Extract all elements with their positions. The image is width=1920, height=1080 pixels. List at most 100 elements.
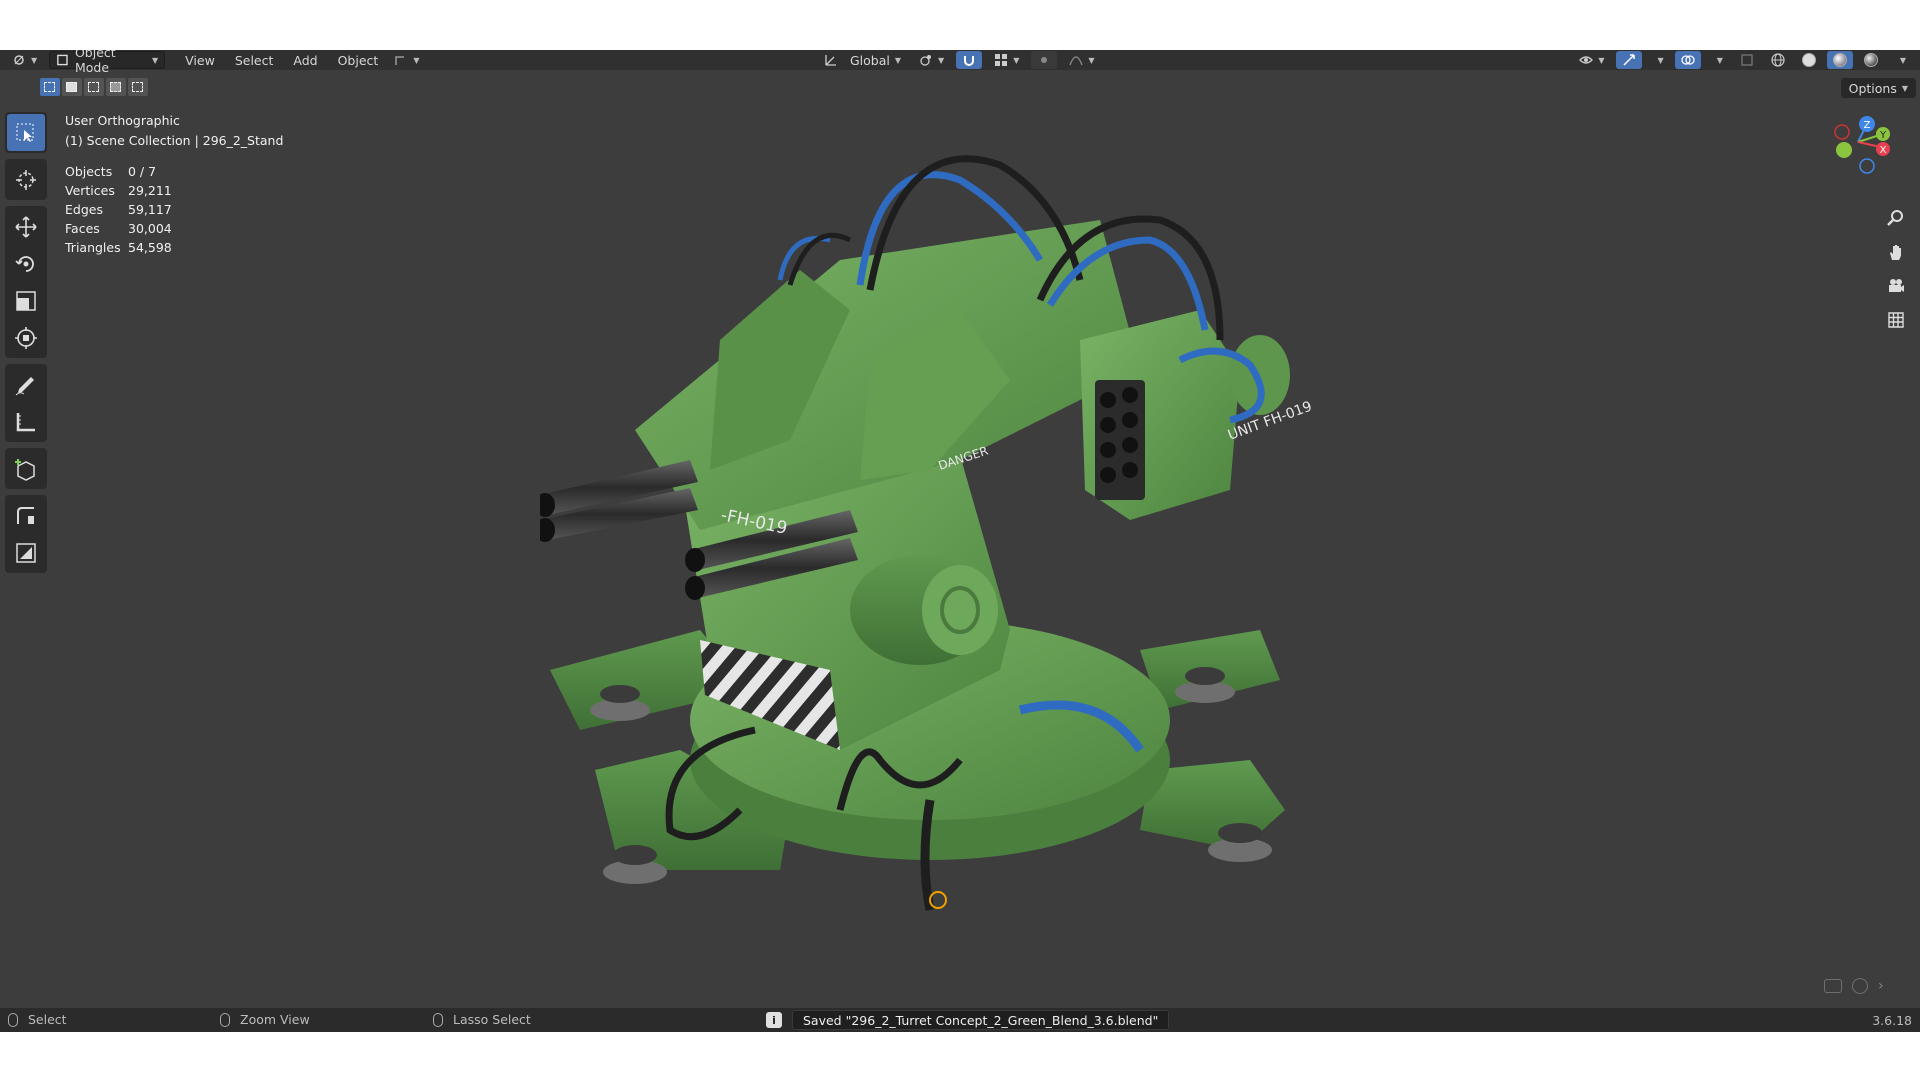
stat-row: Vertices 29,211 — [65, 181, 172, 200]
rotate-tool[interactable] — [7, 245, 45, 282]
rendered-shading-button[interactable] — [1858, 51, 1884, 69]
spin-icon — [17, 506, 34, 524]
view-name: User Orthographic — [65, 113, 180, 128]
pencil-icon — [15, 376, 34, 395]
info-icon: i — [766, 1012, 782, 1028]
hand-icon — [1890, 245, 1901, 260]
status-report[interactable]: i Saved "296_2_Turret Concept_2_Green_Bl… — [766, 1010, 1170, 1030]
falloff-icon — [1069, 56, 1083, 66]
overlays-toggle[interactable] — [1674, 51, 1701, 69]
sidebar-toggle-icon[interactable] — [1824, 979, 1842, 993]
menu-object[interactable]: Object — [328, 50, 389, 70]
select-invert-mode-button[interactable] — [106, 78, 126, 96]
shading-dropdown[interactable]: ▼ — [1889, 51, 1912, 69]
turret-model-render[interactable]: UNIT FH-019 -FH-019 DANGER — [540, 110, 1370, 1032]
gizmo-toggle-button[interactable]: ▼ — [388, 51, 425, 69]
xray-toggle[interactable] — [1734, 51, 1760, 69]
zoom-button[interactable] — [1882, 204, 1910, 232]
stat-row: Objects 0 / 7 — [65, 162, 172, 181]
mode-dropdown[interactable]: Object Mode ▼ — [49, 50, 166, 75]
gizmo-arrows-icon — [1623, 54, 1635, 66]
orientation-dropdown[interactable]: Global ▼ — [844, 51, 907, 69]
solid-shading-button[interactable] — [1796, 51, 1822, 69]
neg-z-axis-handle[interactable] — [1859, 158, 1875, 174]
chevron-right-icon[interactable]: › — [1878, 978, 1884, 994]
falloff-dropdown[interactable]: ▼ — [1063, 51, 1100, 69]
tool-header — [0, 70, 1920, 100]
menu-view[interactable]: View — [175, 50, 225, 70]
ruler-icon — [16, 412, 35, 431]
options-dropdown[interactable]: Options ▼ — [1840, 78, 1916, 98]
navigation-gizmo[interactable]: Z Y X — [1820, 112, 1890, 192]
tool-shelf — [5, 112, 47, 579]
pivot-dropdown[interactable]: ▼ — [913, 51, 950, 69]
gizmos-toggle[interactable] — [1615, 51, 1642, 69]
select-box-icon — [16, 123, 34, 142]
mouse-middle-icon — [220, 1012, 230, 1027]
version-label: 3.6.18 — [1872, 1013, 1912, 1028]
wireframe-shading-button[interactable] — [1765, 51, 1791, 69]
select-subtract-mode-button[interactable] — [84, 78, 104, 96]
stat-value: 0 / 7 — [128, 164, 157, 179]
stat-value: 30,004 — [128, 221, 172, 236]
annotate-tool[interactable] — [7, 366, 45, 403]
select-box-tool[interactable] — [7, 114, 45, 151]
status-bar: Select Zoom View Lasso Select i Saved "2… — [0, 1008, 1920, 1032]
stat-label: Faces — [65, 221, 100, 236]
options-label: Options — [1848, 80, 1897, 96]
camera-view-button[interactable] — [1882, 272, 1910, 300]
stat-value: 29,211 — [128, 183, 172, 198]
selection-mode-group — [40, 78, 148, 96]
proportional-edit-toggle[interactable] — [1031, 51, 1058, 69]
menu-add[interactable]: Add — [283, 50, 327, 70]
spin-tool[interactable] — [7, 497, 45, 534]
stat-label: Vertices — [65, 183, 115, 198]
overlays-dropdown[interactable]: ▼ — [1706, 51, 1729, 69]
select-new-mode-button[interactable] — [40, 78, 60, 96]
gizmos-dropdown[interactable]: ▼ — [1647, 51, 1670, 69]
move-tool[interactable] — [7, 208, 45, 245]
neg-y-axis-handle[interactable] — [1836, 142, 1852, 158]
orientation-icon — [825, 55, 836, 66]
select-intersect-mode-button[interactable] — [128, 78, 148, 96]
redo-panel-icon[interactable] — [1852, 978, 1868, 994]
select-hint-label: Select — [28, 1012, 67, 1027]
solid-shading-icon — [1801, 53, 1816, 67]
measure-tool[interactable] — [7, 403, 45, 440]
lasso-hint-label: Lasso Select — [453, 1012, 531, 1027]
snap-toggle[interactable] — [956, 51, 983, 69]
menu-select[interactable]: Select — [225, 50, 284, 70]
viewport-info: User Orthographic (1) Scene Collection |… — [65, 111, 283, 151]
stat-row: Triangles 54,598 — [65, 238, 172, 257]
add-cube-tool[interactable] — [7, 450, 45, 487]
zoom-magnifier-icon — [1887, 210, 1903, 226]
visibility-dropdown[interactable]: ▼ — [1573, 51, 1610, 69]
status-lasso-hint: Lasso Select — [433, 1012, 531, 1027]
editor-type-button[interactable]: ▼ — [6, 51, 43, 69]
pan-button[interactable] — [1882, 238, 1910, 266]
eye-icon — [1579, 56, 1594, 64]
add-cube-icon — [15, 458, 35, 481]
shear-tool[interactable] — [7, 534, 45, 571]
grid-icon — [1888, 312, 1904, 328]
material-preview-icon — [1832, 53, 1847, 67]
neg-x-axis-handle[interactable] — [1834, 124, 1850, 140]
rotate-icon — [15, 255, 34, 272]
material-preview-button[interactable] — [1826, 51, 1853, 69]
wireframe-shading-icon — [1771, 53, 1785, 67]
projection-toggle-button[interactable] — [1882, 306, 1910, 334]
overlays-icon — [1681, 55, 1695, 65]
snap-grid-icon — [995, 54, 1008, 66]
region-toggles: › — [1824, 976, 1894, 996]
transform-tool[interactable] — [7, 319, 45, 356]
object-mode-icon — [57, 54, 68, 66]
select-extend-mode-button[interactable] — [62, 78, 82, 96]
scale-tool[interactable] — [7, 282, 45, 319]
snap-target-dropdown[interactable]: ▼ — [988, 51, 1025, 69]
collection-line: (1) Scene Collection | 296_2_Stand — [65, 133, 284, 148]
camera-icon — [1889, 279, 1904, 292]
shear-icon — [16, 542, 36, 563]
transform-icon — [15, 326, 37, 349]
cursor-tool[interactable] — [7, 161, 45, 198]
transform-gizmo-icon — [395, 56, 405, 65]
